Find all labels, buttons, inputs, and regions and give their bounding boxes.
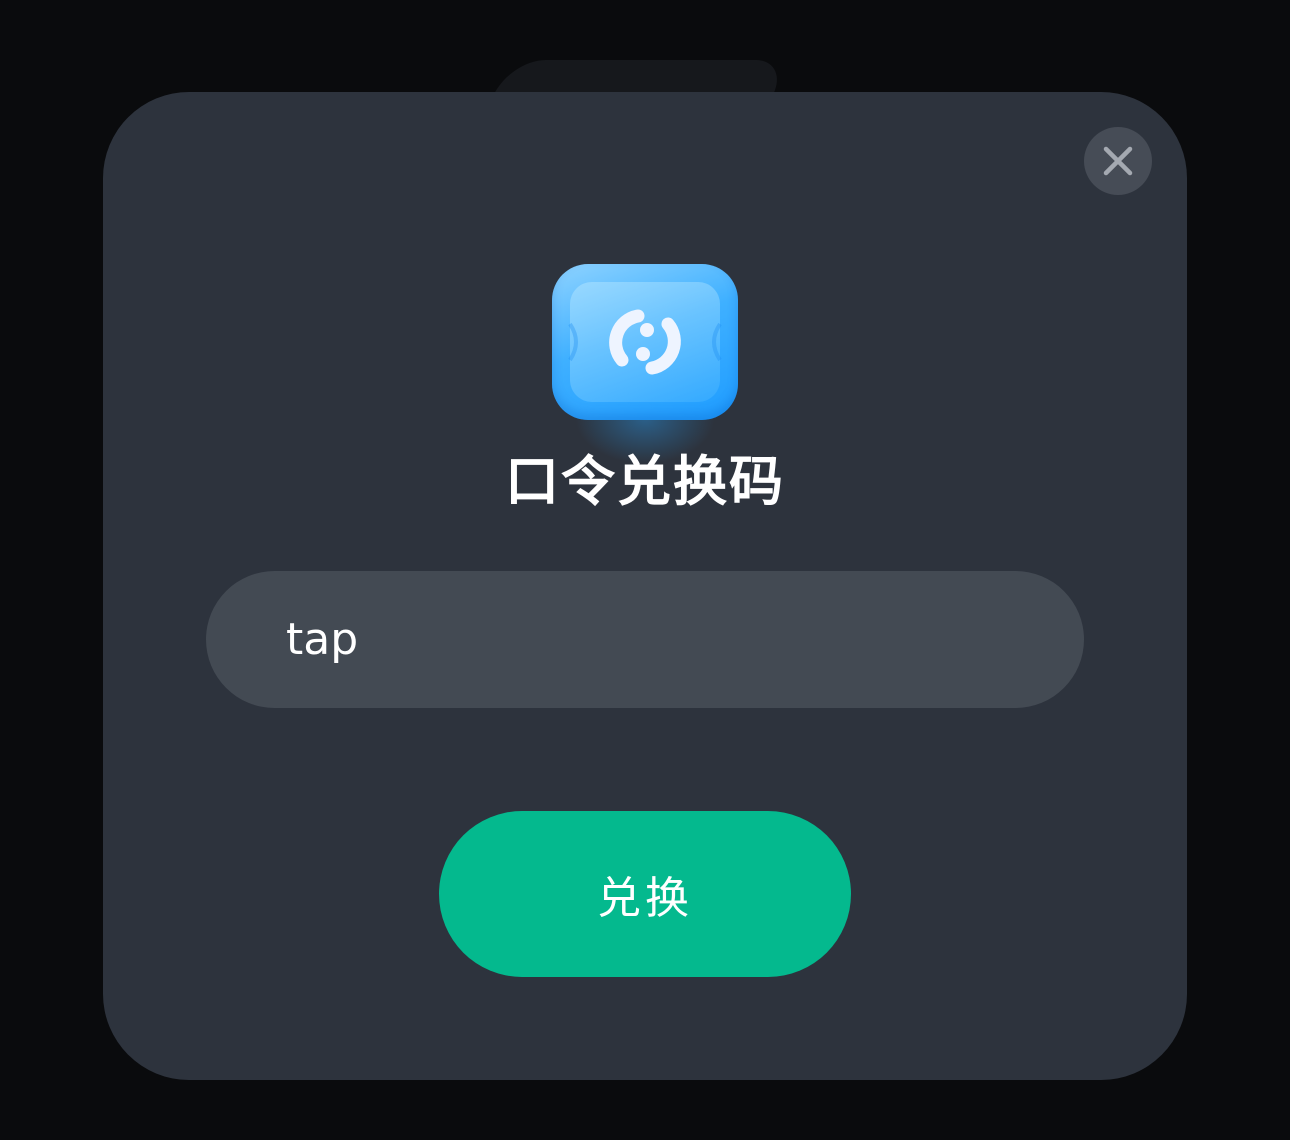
close-button[interactable]	[1084, 127, 1152, 195]
exchange-arrows-icon	[568, 309, 722, 375]
close-icon	[1103, 146, 1133, 176]
app-icon-container	[552, 264, 738, 464]
redeem-button[interactable]: 兑换	[439, 811, 851, 977]
dialog-title: 口令兑换码	[505, 450, 785, 513]
redeem-code-dialog: 口令兑换码 兑换	[103, 92, 1187, 1080]
redeem-ticket-icon	[552, 264, 738, 420]
redeem-code-input[interactable]	[206, 571, 1084, 708]
